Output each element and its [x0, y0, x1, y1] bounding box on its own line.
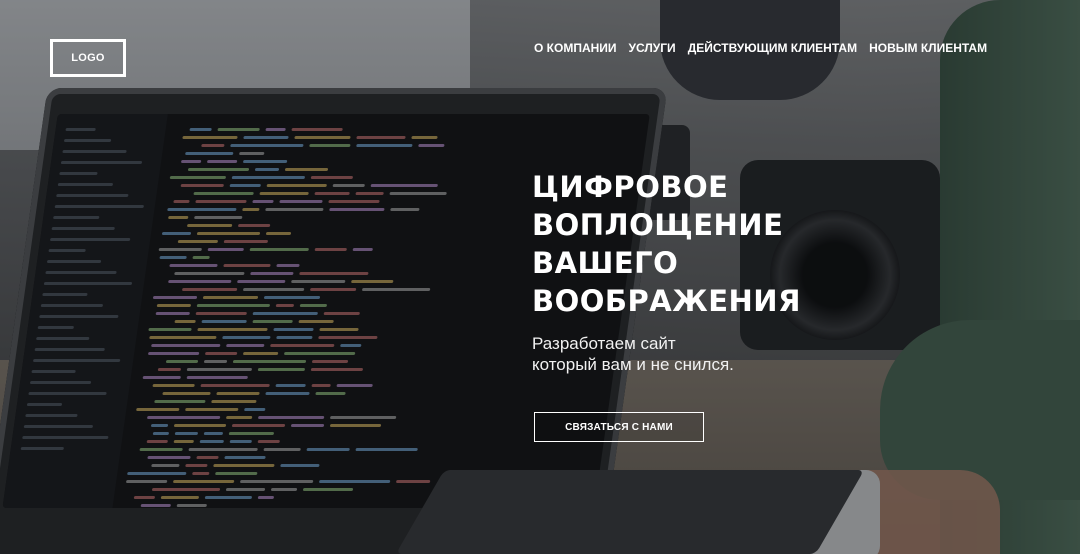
hero-headline: ЦИФРОВОЕ ВОПЛОЩЕНИЕ ВАШЕГО ВООБРАЖЕНИЯ	[532, 168, 912, 320]
main-nav: О КОМПАНИИ УСЛУГИ ДЕЙСТВУЮЩИМ КЛИЕНТАМ Н…	[528, 41, 993, 55]
hero-tagline: Разработаем сайт который вам и не снился…	[532, 333, 892, 375]
headline-line: ЦИФРОВОЕ	[532, 170, 729, 204]
headline-line: ВОПЛОЩЕНИЕ	[532, 208, 784, 242]
hero-section: LOGO О КОМПАНИИ УСЛУГИ ДЕЙСТВУЮЩИМ КЛИЕН…	[0, 0, 1080, 554]
nav-item-current-clients[interactable]: ДЕЙСТВУЮЩИМ КЛИЕНТАМ	[682, 41, 863, 55]
nav-item-services[interactable]: УСЛУГИ	[623, 41, 682, 55]
contact-us-button[interactable]: СВЯЗАТЬСЯ С НАМИ	[534, 412, 704, 442]
logo[interactable]: LOGO	[50, 39, 126, 77]
tagline-line: Разработаем сайт	[532, 334, 676, 353]
headline-line: ВАШЕГО	[532, 246, 679, 280]
tagline-line: который вам и не снился.	[532, 355, 734, 374]
nav-item-new-clients[interactable]: НОВЫМ КЛИЕНТАМ	[863, 41, 993, 55]
headline-line: ВООБРАЖЕНИЯ	[532, 284, 801, 318]
nav-item-about[interactable]: О КОМПАНИИ	[528, 41, 623, 55]
